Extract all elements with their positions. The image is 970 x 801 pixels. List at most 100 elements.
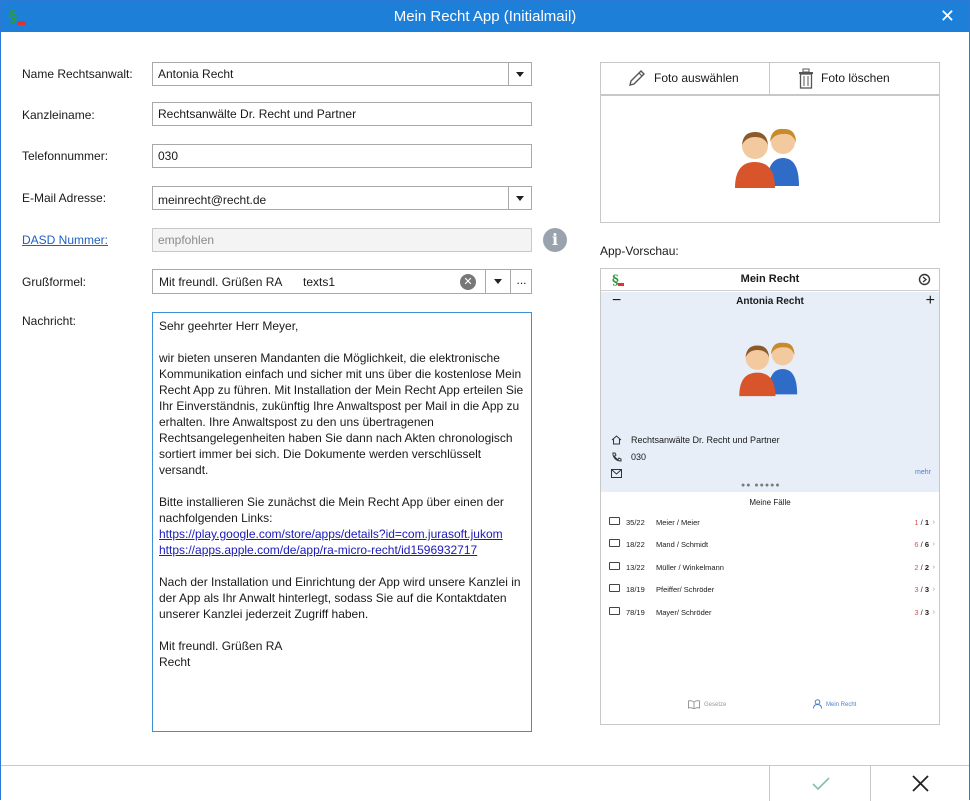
chevron-right-icon: › bbox=[932, 517, 936, 526]
case-row[interactable]: 18/22 Mand / Schmidt 6 / 6 › bbox=[609, 537, 935, 553]
more-button[interactable]: ... bbox=[510, 270, 532, 293]
telefon-label: Telefonnummer: bbox=[22, 149, 109, 163]
select-photo-button[interactable]: Foto auswählen bbox=[601, 63, 770, 94]
card-kanzlei: Rechtsanwälte Dr. Recht und Partner bbox=[631, 435, 780, 445]
email-label: E-Mail Adresse: bbox=[22, 191, 107, 205]
case-row[interactable]: 78/19 Mayer/ Schröder 3 / 3 › bbox=[609, 605, 935, 621]
ok-button[interactable] bbox=[769, 766, 870, 801]
message-para1: wir bieten unseren Mandanten die Möglich… bbox=[159, 351, 524, 477]
app-title: Mein Recht bbox=[740, 273, 800, 285]
telefon-input[interactable]: 030 bbox=[152, 144, 532, 168]
close-icon bbox=[912, 775, 929, 792]
book-icon bbox=[688, 700, 700, 709]
name-label: Name Rechtsanwalt: bbox=[22, 67, 133, 81]
delete-photo-button[interactable]: Foto löschen bbox=[770, 63, 940, 94]
more-link[interactable]: mehr bbox=[915, 469, 931, 476]
home-icon bbox=[611, 435, 622, 445]
case-name: Mand / Schmidt bbox=[656, 540, 709, 549]
kanzlei-input[interactable]: Rechtsanwälte Dr. Recht und Partner bbox=[152, 102, 532, 126]
kanzlei-label: Kanzleiname: bbox=[22, 108, 95, 122]
pencil-icon bbox=[629, 70, 645, 86]
photo-box bbox=[600, 95, 940, 223]
tab-gesetze[interactable]: Gesetze bbox=[704, 702, 726, 708]
cases-title: Meine Fälle bbox=[749, 498, 791, 507]
pager-dots: ●● ●●●●● bbox=[741, 482, 781, 489]
name-select[interactable]: Antonia Recht bbox=[152, 62, 532, 86]
email-value: meinrecht@recht.de bbox=[158, 193, 267, 207]
trash-icon bbox=[799, 68, 813, 89]
dasd-link[interactable]: DASD Nummer: bbox=[22, 233, 108, 247]
card-telefon: 030 bbox=[631, 452, 647, 462]
dialog-window: § Mein Recht App (Initialmail) ✕ Name Re… bbox=[0, 0, 970, 801]
cancel-button[interactable] bbox=[870, 766, 969, 801]
case-name: Pfeiffer/ Schröder bbox=[656, 585, 715, 594]
case-count: 2 / 2 bbox=[914, 563, 929, 572]
message-closing: Mit freundl. Grüßen RA bbox=[159, 639, 283, 653]
chevron-down-icon[interactable] bbox=[508, 187, 531, 209]
case-name: Müller / Winkelmann bbox=[656, 563, 724, 572]
plus-icon: + bbox=[925, 292, 935, 309]
google-play-link[interactable]: https://play.google.com/store/apps/detai… bbox=[159, 527, 503, 541]
tab-mein-recht[interactable]: Mein Recht bbox=[826, 702, 856, 708]
case-number: 18/22 bbox=[626, 540, 645, 549]
folder-icon bbox=[609, 562, 620, 570]
app-preview: § Mein Recht − Antonia Recht + Rechtsanw… bbox=[600, 268, 940, 725]
message-textarea[interactable]: Sehr geehrter Herr Meyer, wir bieten uns… bbox=[152, 312, 532, 732]
app-tabbar: Gesetze Mein Recht bbox=[601, 699, 939, 719]
dialog-footer bbox=[1, 765, 969, 801]
checkmark-icon bbox=[812, 777, 830, 791]
case-number: 78/19 bbox=[626, 608, 645, 617]
folder-icon bbox=[609, 539, 620, 547]
users-avatar-icon bbox=[735, 128, 799, 188]
title-bar: § Mein Recht App (Initialmail) ✕ bbox=[1, 1, 969, 32]
gruss-suffix: texts1 bbox=[303, 275, 336, 289]
settings-icon bbox=[918, 273, 931, 286]
case-count: 3 / 3 bbox=[914, 608, 929, 617]
photo-toolbar: Foto auswählen Foto löschen bbox=[600, 62, 940, 95]
case-row[interactable]: 13/22 Müller / Winkelmann 2 / 2 › bbox=[609, 560, 935, 576]
info-icon[interactable]: i bbox=[543, 228, 567, 252]
message-signature: Recht bbox=[159, 655, 191, 669]
folder-icon bbox=[609, 517, 620, 525]
case-row[interactable]: 18/19 Pfeiffer/ Schröder 3 / 3 › bbox=[609, 582, 935, 598]
message-greeting: Sehr geehrter Herr Meyer, bbox=[159, 319, 299, 333]
dasd-input[interactable]: empfohlen bbox=[152, 228, 532, 252]
chevron-down-icon[interactable] bbox=[508, 63, 531, 85]
lawyer-name: Antonia Recht bbox=[736, 296, 804, 307]
chevron-right-icon: › bbox=[932, 584, 936, 593]
phone-icon bbox=[612, 452, 622, 462]
case-number: 35/22 bbox=[626, 518, 645, 527]
app-header: § Mein Recht bbox=[601, 269, 939, 291]
case-name: Mayer/ Schröder bbox=[656, 608, 712, 617]
users-avatar-icon bbox=[739, 342, 798, 397]
chevron-down-icon[interactable] bbox=[485, 270, 510, 293]
folder-icon bbox=[609, 607, 620, 615]
app-store-link[interactable]: https://apps.apple.com/de/app/ra-micro-r… bbox=[159, 543, 477, 557]
chevron-right-icon: › bbox=[932, 607, 936, 616]
card-telefon-row: 030 bbox=[611, 452, 646, 464]
case-count: 6 / 6 bbox=[914, 540, 929, 549]
gruss-label: Grußformel: bbox=[22, 275, 87, 289]
case-count: 3 / 3 bbox=[914, 585, 929, 594]
mail-icon bbox=[611, 469, 622, 478]
delete-photo-label: Foto löschen bbox=[821, 71, 890, 85]
window-title: Mein Recht App (Initialmail) bbox=[393, 8, 577, 25]
lawyer-card: − Antonia Recht + Rechtsanwälte Dr. Rech… bbox=[601, 292, 939, 492]
select-photo-label: Foto auswählen bbox=[654, 71, 739, 85]
card-email-row bbox=[611, 469, 622, 480]
case-count: 1 / 1 bbox=[914, 518, 929, 527]
clear-icon[interactable]: ✕ bbox=[460, 274, 476, 290]
user-icon bbox=[813, 699, 822, 709]
gruss-value: Mit freundl. Grüßen RA bbox=[159, 275, 283, 289]
case-number: 13/22 bbox=[626, 563, 645, 572]
case-row[interactable]: 35/22 Meier / Meier 1 / 1 › bbox=[609, 515, 935, 531]
chevron-right-icon: › bbox=[932, 562, 936, 571]
card-kanzlei-row: Rechtsanwälte Dr. Recht und Partner bbox=[611, 435, 780, 447]
chevron-right-icon: › bbox=[932, 539, 936, 548]
case-name: Meier / Meier bbox=[656, 518, 700, 527]
folder-icon bbox=[609, 584, 620, 592]
nachricht-label: Nachricht: bbox=[22, 314, 77, 328]
email-select[interactable]: meinrecht@recht.de bbox=[152, 186, 532, 210]
close-icon[interactable]: ✕ bbox=[940, 6, 955, 26]
gruss-combobox[interactable]: Mit freundl. Grüßen RA texts1 ✕ ... bbox=[152, 269, 532, 294]
